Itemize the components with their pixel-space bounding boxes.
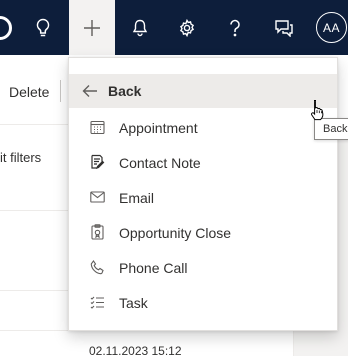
note-edit-icon bbox=[89, 154, 105, 170]
help-button[interactable] bbox=[212, 0, 258, 55]
back-tooltip: Back bbox=[314, 118, 348, 140]
delete-button[interactable]: Delete bbox=[9, 84, 49, 100]
gear-icon bbox=[178, 18, 196, 37]
menu-item-email[interactable]: Email bbox=[69, 180, 337, 215]
lightbulb-icon bbox=[35, 18, 51, 38]
top-nav-bar: AA bbox=[0, 0, 348, 55]
new-activity-menu: Back Appointment Contact Note Email Oppo… bbox=[68, 57, 338, 331]
menu-back-label: Back bbox=[108, 83, 142, 99]
lightbulb-button[interactable] bbox=[20, 0, 66, 55]
hand-cursor-icon bbox=[309, 99, 325, 121]
settings-button[interactable] bbox=[164, 0, 210, 55]
app-logo-icon[interactable] bbox=[0, 16, 12, 40]
plus-icon bbox=[83, 19, 101, 37]
avatar[interactable]: AA bbox=[316, 12, 347, 43]
menu-item-appointment[interactable]: Appointment bbox=[69, 110, 337, 145]
toolbar-divider bbox=[60, 80, 61, 102]
menu-item-contact-note[interactable]: Contact Note bbox=[69, 145, 337, 180]
menu-item-label: Contact Note bbox=[119, 154, 201, 171]
new-record-button[interactable] bbox=[69, 0, 115, 55]
menu-item-label: Opportunity Close bbox=[119, 224, 232, 241]
menu-item-label: Email bbox=[119, 189, 155, 206]
row-date: 02.11.2023 15:12 bbox=[89, 344, 182, 356]
arrow-left-icon bbox=[82, 82, 100, 100]
menu-item-label: Task bbox=[119, 294, 148, 311]
menu-item-label: Phone Call bbox=[119, 259, 188, 276]
chat-icon bbox=[274, 19, 294, 37]
notifications-button[interactable] bbox=[117, 0, 163, 55]
menu-item-opportunity-close[interactable]: Opportunity Close bbox=[69, 215, 337, 250]
row-divider bbox=[0, 210, 68, 211]
menu-item-label: Appointment bbox=[119, 119, 198, 136]
clipboard-icon bbox=[89, 224, 105, 240]
menu-back-button[interactable]: Back bbox=[69, 74, 337, 108]
edit-filters-link[interactable]: it filters bbox=[0, 150, 41, 165]
menu-item-phone-call[interactable]: Phone Call bbox=[69, 250, 337, 285]
bell-icon bbox=[132, 19, 148, 37]
menu-item-task[interactable]: Task bbox=[69, 285, 337, 320]
help-icon bbox=[228, 19, 242, 37]
task-list-icon bbox=[89, 294, 105, 310]
chat-button[interactable] bbox=[261, 0, 307, 55]
mail-icon bbox=[89, 189, 105, 205]
phone-icon bbox=[89, 259, 105, 275]
calendar-icon bbox=[89, 119, 105, 135]
